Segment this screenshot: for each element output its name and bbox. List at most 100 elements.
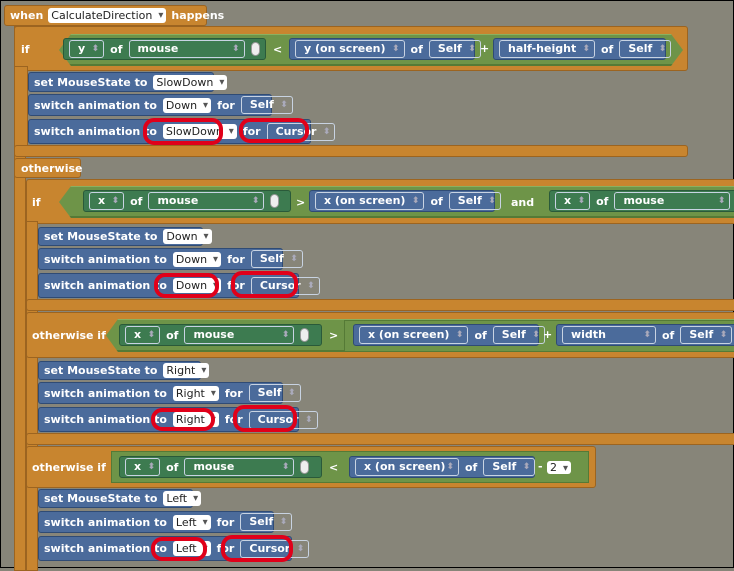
when-label: when [10, 9, 44, 22]
mouse-sensor[interactable]: xofmouse [549, 190, 734, 212]
inner-if-bottom [26, 299, 734, 311]
actor-select[interactable]: Self [248, 384, 301, 402]
attr-select[interactable]: x [125, 458, 161, 476]
screen-select[interactable]: x (on screen) [359, 326, 469, 344]
attr-select[interactable]: x [125, 326, 161, 344]
otherwise-block: otherwise [14, 158, 83, 178]
object-select[interactable]: mouse [614, 192, 731, 210]
state-dropdown[interactable]: SlowDown [153, 74, 228, 90]
mouse-sensor[interactable]: xofmouse [119, 324, 322, 346]
highlight-ellipse [233, 405, 297, 432]
screen-position-block[interactable]: x (on screen) of Self [309, 190, 501, 212]
lt-operator: < [329, 461, 339, 474]
animation-dropdown[interactable]: Down [172, 251, 222, 267]
screen-select[interactable]: x (on screen) [355, 458, 459, 476]
gt-operator: > [329, 329, 339, 342]
of-label: of [166, 460, 179, 474]
switch-label: switch animation to [34, 125, 157, 138]
plus-operator: + [543, 328, 553, 341]
switch-label: switch animation to [34, 98, 157, 112]
switch-label: switch animation to [44, 386, 167, 400]
highlight-ellipse [151, 537, 207, 561]
property-select[interactable]: width [562, 326, 656, 344]
set-state-block[interactable]: set MouseState to Left [38, 489, 202, 508]
mouse-sensor[interactable]: xofmouse [83, 190, 291, 212]
set-label: set MouseState to [44, 492, 158, 505]
for-label: for [224, 386, 243, 400]
mouse-icon [300, 328, 310, 342]
highlight-ellipse [231, 271, 298, 298]
screen-select[interactable]: y (on screen) [295, 40, 405, 58]
minus-operator: - [538, 460, 543, 473]
highlight-ellipse [239, 118, 309, 143]
plus-operator: + [480, 42, 490, 55]
event-block[interactable]: when CalculateDirection happens [4, 5, 224, 26]
actor-select[interactable]: Self [250, 250, 303, 268]
switch-animation-block[interactable]: switch animation to Right for Self [38, 382, 301, 404]
actor-select[interactable]: Self [448, 192, 501, 210]
actor-select[interactable]: Self [240, 96, 293, 114]
width-block[interactable]: widthof Self [556, 324, 734, 346]
of-label: of [474, 328, 487, 342]
set-label: set MouseState to [44, 230, 158, 243]
screen-position-block[interactable]: x (on screen) of Self [349, 456, 536, 478]
screen-position-block[interactable]: x (on screen) of Self [353, 324, 545, 346]
state-dropdown[interactable]: Left [163, 491, 202, 506]
set-state-block[interactable]: set MouseState to SlowDown [28, 72, 228, 92]
attr-select[interactable]: x [555, 192, 591, 210]
if-label: if [32, 196, 41, 209]
if-label: if [21, 43, 30, 56]
for-label: for [217, 98, 235, 112]
state-dropdown[interactable]: Down [163, 229, 212, 244]
outer-if-bottom [14, 145, 688, 157]
number-field[interactable]: 2 [547, 461, 571, 474]
set-state-block[interactable]: set MouseState to Down [38, 227, 212, 246]
switch-label: switch animation to [44, 252, 167, 266]
half-height-block[interactable]: half-height of Self [493, 38, 672, 60]
state-dropdown[interactable]: Right [163, 363, 210, 378]
highlight-ellipse [151, 408, 215, 431]
object-select[interactable]: mouse [148, 192, 265, 210]
mouse-sensor[interactable]: yof mouse [63, 38, 266, 60]
screen-position-block[interactable]: y (on screen) of Self [289, 38, 481, 60]
mouse-sensor[interactable]: xofmouse [119, 456, 322, 478]
of-label: of [166, 328, 179, 342]
animation-dropdown[interactable]: Right [172, 385, 219, 401]
actor-select[interactable]: Self [483, 458, 536, 476]
animation-dropdown[interactable]: Down [162, 97, 212, 113]
set-state-block[interactable]: set MouseState to Right [38, 361, 210, 380]
actor-select[interactable]: Self [619, 40, 672, 58]
highlight-ellipse [143, 118, 223, 145]
mouse-icon [270, 194, 280, 208]
otherwise-label: otherwise [21, 162, 83, 175]
of-label: of [601, 42, 614, 56]
set-label: set MouseState to [44, 364, 158, 377]
actor-select[interactable]: Self [680, 326, 733, 344]
switch-animation-block[interactable]: switch animation to Downfor Self [28, 94, 293, 116]
inner-if-left [26, 221, 38, 571]
actor-select[interactable]: Self [492, 326, 545, 344]
screen-select[interactable]: x (on screen) [315, 192, 425, 210]
actor-select[interactable]: Self [240, 513, 293, 531]
animation-dropdown[interactable]: Left [172, 514, 211, 530]
attr-select[interactable]: x [89, 192, 125, 210]
otherwise-if-label: otherwise if [32, 461, 106, 474]
property-select[interactable]: half-height [499, 40, 595, 58]
switch-label: switch animation to [44, 515, 167, 529]
of-label: of [130, 194, 143, 208]
attr-select[interactable]: y [69, 40, 105, 58]
of-label: of [465, 460, 478, 474]
switch-animation-block[interactable]: switch animation to Leftfor Self [38, 511, 293, 533]
otherwise-if-bottom [26, 433, 734, 445]
switch-label: switch animation to [44, 413, 167, 426]
gt-operator: > [296, 196, 306, 209]
for-label: for [227, 252, 245, 266]
object-select[interactable]: mouse [128, 40, 245, 58]
object-select[interactable]: mouse [184, 458, 295, 476]
event-dropdown[interactable]: CalculateDirection [48, 8, 167, 23]
highlight-ellipse [221, 535, 293, 562]
actor-select[interactable]: Self [428, 40, 481, 58]
object-select[interactable]: mouse [184, 326, 295, 344]
of-label: of [430, 194, 443, 208]
switch-animation-block[interactable]: switch animation to Downfor Self [38, 248, 303, 270]
